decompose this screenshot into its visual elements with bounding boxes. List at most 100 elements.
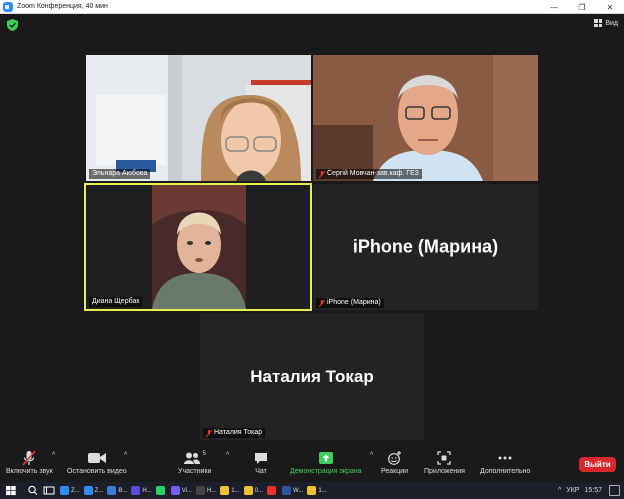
stop-video-button[interactable]: Остановить видео [67, 448, 127, 475]
taskbar-app-label: B... [118, 487, 128, 494]
participant-name-chip: iPhone (Марина) [316, 298, 384, 308]
system-tray: ^ УКР 15:57 [558, 482, 602, 499]
video-tile-1[interactable]: Эльнара Аюбова [86, 55, 311, 181]
taskbar-app[interactable] [265, 482, 280, 499]
app-icon [195, 486, 205, 495]
participants-options-caret[interactable]: ^ [226, 452, 229, 459]
app-icon [131, 486, 141, 495]
taskbar-app[interactable]: 0... [242, 482, 265, 499]
apps-button[interactable]: Приложения [424, 448, 465, 475]
chat-bubble-icon [255, 452, 267, 464]
taskbar-app-label: H... [142, 487, 152, 494]
language-indicator[interactable]: УКР [566, 487, 579, 494]
taskbar-app[interactable]: H... [194, 482, 218, 499]
chat-label: Чат [255, 468, 267, 475]
smiley-plus-icon [387, 451, 401, 465]
participant-name: Диана Щербак [92, 298, 140, 305]
participant-video-2 [313, 55, 538, 181]
close-button[interactable]: ✕ [596, 0, 624, 14]
meeting-toolbar: Включить звук ^ Остановить видео ^ 5 Уча… [0, 444, 624, 482]
unmute-button[interactable]: Включить звук [6, 448, 53, 475]
view-label: Вид [605, 19, 618, 27]
clock[interactable]: 15:57 [584, 487, 602, 494]
participant-video-1 [86, 55, 311, 181]
app-icon [83, 486, 93, 495]
app-icon [243, 486, 253, 495]
encryption-shield-icon[interactable] [7, 19, 18, 31]
app-icon [220, 486, 230, 495]
taskbar-app-label: Vi... [181, 487, 192, 494]
more-button[interactable]: Дополнительно [480, 448, 530, 475]
taskbar-app[interactable]: H... [129, 482, 153, 499]
taskbar-apps: Z... Z... B... H... Vi... H... 1... 0... W... 1..… [58, 482, 329, 499]
more-label: Дополнительно [480, 468, 531, 475]
participant-name-chip: Сергій Мовчан-зав.каф. ГЕЗ [316, 169, 422, 179]
taskbar-app[interactable]: Vi... [169, 482, 194, 499]
windows-start-icon[interactable] [4, 482, 18, 499]
tray-overflow-caret[interactable]: ^ [558, 487, 561, 494]
task-view-icon[interactable] [42, 482, 56, 499]
leave-button[interactable]: Выйти [579, 457, 616, 472]
zoom-logo-icon [3, 1, 13, 12]
video-tile-2[interactable]: Сергій Мовчан-зав.каф. ГЕЗ [313, 55, 538, 181]
minimize-button[interactable]: — [540, 0, 568, 14]
participant-name-chip: Эльнара Аюбова [89, 169, 151, 179]
video-tile-4-camera-off[interactable]: iPhone (Марина) iPhone (Марина) [313, 184, 538, 310]
chat-button[interactable]: Чат [254, 448, 268, 475]
zoom-window: Zoom Конференция, 40 мин — ❐ ✕ Вид Эльна… [0, 0, 624, 499]
apps-icon [437, 451, 452, 465]
taskbar-app[interactable]: B... [105, 482, 129, 499]
search-icon[interactable] [26, 482, 40, 499]
taskbar-app[interactable]: Z... [82, 482, 106, 499]
participants-count: 5 [202, 451, 206, 457]
taskbar-app-label: Z... [94, 487, 104, 494]
grid-view-icon [594, 19, 603, 27]
view-button[interactable]: Вид [594, 19, 618, 27]
taskbar-app-label: 0... [254, 487, 263, 494]
share-options-caret[interactable]: ^ [370, 452, 373, 459]
app-icon [155, 486, 165, 495]
window-title: Zoom Конференция, 40 мин [17, 3, 108, 10]
audio-options-caret[interactable]: ^ [52, 452, 55, 459]
notifications-icon[interactable] [609, 485, 620, 496]
mic-muted-icon [319, 299, 325, 307]
title-bar: Zoom Конференция, 40 мин — ❐ ✕ [0, 0, 624, 14]
taskbar-app[interactable]: 1... [305, 482, 328, 499]
taskbar-app[interactable]: W... [280, 482, 305, 499]
apps-label: Приложения [424, 468, 465, 475]
reactions-button[interactable]: Реакции [381, 448, 408, 475]
stop-video-label: Остановить видео [67, 468, 127, 475]
share-screen-icon [318, 452, 333, 464]
app-icon [281, 486, 291, 495]
taskbar-app-label: 1... [231, 487, 240, 494]
window-controls: — ❐ ✕ [540, 0, 624, 14]
video-tile-5-camera-off[interactable]: Наталия Токар Наталия Токар [200, 313, 424, 440]
mic-muted-icon [319, 170, 325, 178]
maximize-button[interactable]: ❐ [568, 0, 596, 14]
participant-name: Сергій Мовчан-зав.каф. ГЕЗ [327, 170, 419, 177]
video-options-caret[interactable]: ^ [124, 452, 127, 459]
taskbar-app[interactable] [154, 482, 169, 499]
participants-label: Участники [178, 468, 212, 475]
share-screen-button[interactable]: Демонстрация экрана [290, 448, 362, 475]
windows-taskbar: Z... Z... B... H... Vi... H... 1... 0... W... 1..… [0, 482, 624, 499]
participant-name: Наталия Токар [214, 429, 263, 436]
participants-button[interactable]: 5 Участники [178, 448, 211, 475]
participant-name-chip: Диана Щербак [89, 297, 143, 307]
more-dots-icon [498, 456, 512, 460]
taskbar-app-label: W... [292, 487, 304, 494]
app-icon [266, 486, 276, 495]
taskbar-app-label: H... [206, 487, 217, 494]
app-icon [170, 486, 180, 495]
reactions-label: Реакции [381, 468, 409, 475]
video-tile-3-active-speaker[interactable]: Диана Щербак [84, 183, 312, 311]
video-camera-icon [87, 453, 106, 463]
mic-muted-icon [206, 429, 212, 437]
taskbar-app[interactable]: 1... [218, 482, 241, 499]
share-screen-label: Демонстрация экрана [290, 468, 362, 475]
participant-name: iPhone (Марина) [327, 299, 381, 306]
participant-name-chip: Наталия Токар [203, 428, 266, 438]
taskbar-app-label: 1... [318, 487, 327, 494]
taskbar-app[interactable]: Z... [58, 482, 82, 499]
taskbar-app-label: Z... [71, 487, 80, 494]
